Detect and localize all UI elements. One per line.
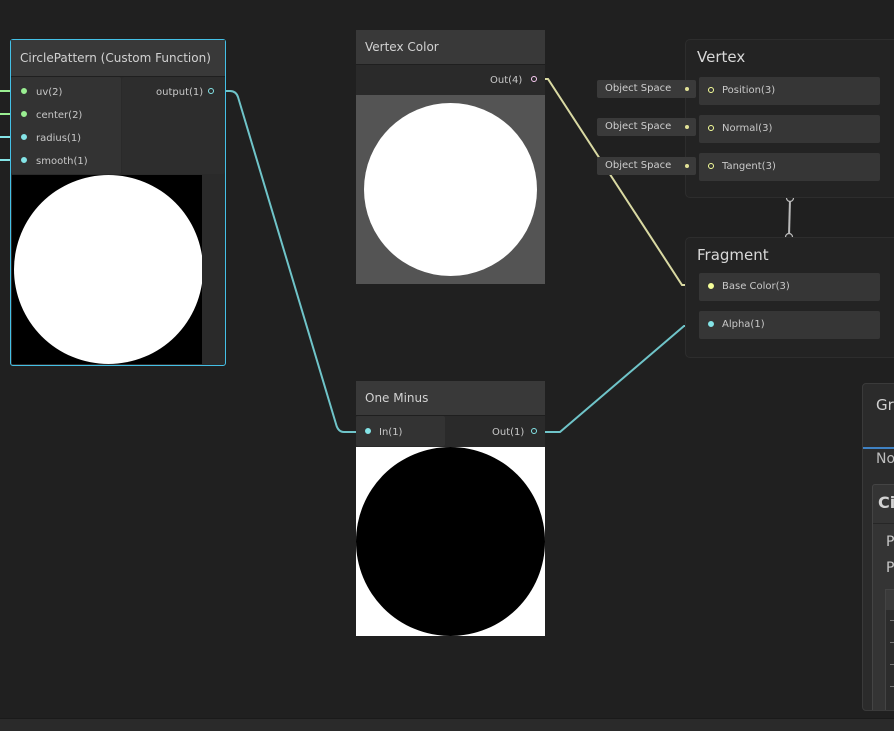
section-header-divider (873, 523, 894, 524)
port-dot-icon (708, 283, 714, 289)
table-row[interactable] (890, 620, 894, 621)
port-dot-icon (208, 88, 214, 94)
table-row[interactable] (890, 686, 894, 687)
edge-vertex-to-fragment (788, 198, 791, 237)
block-label: Alpha(1) (722, 319, 765, 330)
port-dot-icon (531, 428, 537, 434)
vertex-context-title: Vertex (697, 48, 746, 66)
input-port-label: center(2) (36, 110, 83, 121)
preview-circle-shape (356, 447, 545, 636)
tangent-space-dropdown[interactable]: Object Space (597, 157, 696, 175)
output-port-label: Out(1) (492, 427, 525, 438)
output-port-out[interactable]: Out(4) (490, 75, 540, 89)
port-knob-icon (685, 125, 689, 129)
section-row-label: P (886, 560, 894, 576)
edge-output-to-oneminus[interactable] (213, 90, 366, 433)
port-dot-icon (21, 157, 27, 163)
input-port-label: uv(2) (36, 87, 63, 98)
input-port-label: In(1) (379, 427, 403, 438)
output-port-output[interactable]: output(1) (156, 87, 220, 101)
port-knob-icon (685, 164, 689, 168)
port-dot-icon (365, 428, 371, 434)
vertex-context[interactable]: Vertex Position(3) Normal(3) Tangent(3) (685, 39, 894, 198)
space-label: Object Space (605, 83, 672, 94)
port-knob-icon (685, 87, 689, 91)
one-minus-node[interactable]: One Minus In(1) Out(1) (356, 381, 545, 636)
input-port-label: smooth(1) (36, 156, 88, 167)
section-row-label: P (886, 534, 894, 550)
block-label: Base Color(3) (722, 281, 790, 292)
output-port-label: Out(4) (490, 75, 523, 86)
blackboard-panel[interactable]: Gr No Ci P P (862, 383, 894, 711)
position-space-dropdown[interactable]: Object Space (597, 80, 696, 98)
fragment-block-base-color[interactable]: Base Color(3) (699, 273, 880, 301)
blackboard-title: Gr (876, 396, 894, 414)
block-label: Tangent(3) (722, 161, 776, 172)
one-minus-preview (356, 447, 545, 636)
output-port-label: output(1) (156, 87, 204, 98)
port-dot-icon (708, 163, 714, 169)
blackboard-subtitle: No (876, 451, 894, 467)
one-minus-title: One Minus (356, 381, 545, 416)
vertex-color-preview (356, 95, 545, 284)
blackboard-title-underline (863, 447, 894, 449)
input-port-label: radius(1) (36, 133, 82, 144)
table-row[interactable] (890, 642, 894, 643)
vertex-block-normal[interactable]: Normal(3) (699, 115, 880, 143)
circle-pattern-preview (12, 175, 202, 364)
output-port-out[interactable]: Out(1) (492, 427, 540, 441)
port-dot-icon (708, 321, 714, 327)
section-title: Ci (878, 493, 894, 512)
port-dot-icon (21, 134, 27, 140)
normal-space-dropdown[interactable]: Object Space (597, 118, 696, 136)
space-label: Object Space (605, 160, 672, 171)
preview-circle-shape (14, 175, 202, 364)
circle-pattern-title: CirclePattern (Custom Function) (11, 40, 225, 77)
bottom-status-bar (0, 718, 894, 731)
port-dot-icon (708, 125, 714, 131)
table-row[interactable] (890, 664, 894, 665)
vertex-color-title: Vertex Color (356, 30, 545, 65)
vertex-block-position[interactable]: Position(3) (699, 77, 880, 105)
table-header-row (886, 590, 894, 610)
port-dot-icon (21, 88, 27, 94)
circle-pattern-node[interactable]: CirclePattern (Custom Function) uv(2) ce… (10, 39, 226, 366)
port-dot-icon (708, 87, 714, 93)
fragment-block-alpha[interactable]: Alpha(1) (699, 311, 880, 339)
block-label: Position(3) (722, 85, 776, 96)
space-label: Object Space (605, 121, 672, 132)
fragment-context[interactable]: Fragment Base Color(3) Alpha(1) (685, 237, 894, 358)
port-dot-icon (21, 111, 27, 117)
edge-oneminus-to-alpha[interactable] (534, 325, 708, 433)
edge-vertexcolor-to-basecolor[interactable] (534, 78, 708, 286)
preview-circle-shape (364, 103, 537, 276)
fragment-context-title: Fragment (697, 246, 769, 264)
section-table (885, 589, 894, 710)
block-label: Normal(3) (722, 123, 773, 134)
port-dot-icon (531, 76, 537, 82)
vertex-block-tangent[interactable]: Tangent(3) (699, 153, 880, 181)
vertex-color-node[interactable]: Vertex Color Out(4) (356, 30, 545, 284)
blackboard-section[interactable]: Ci P P (872, 484, 894, 710)
